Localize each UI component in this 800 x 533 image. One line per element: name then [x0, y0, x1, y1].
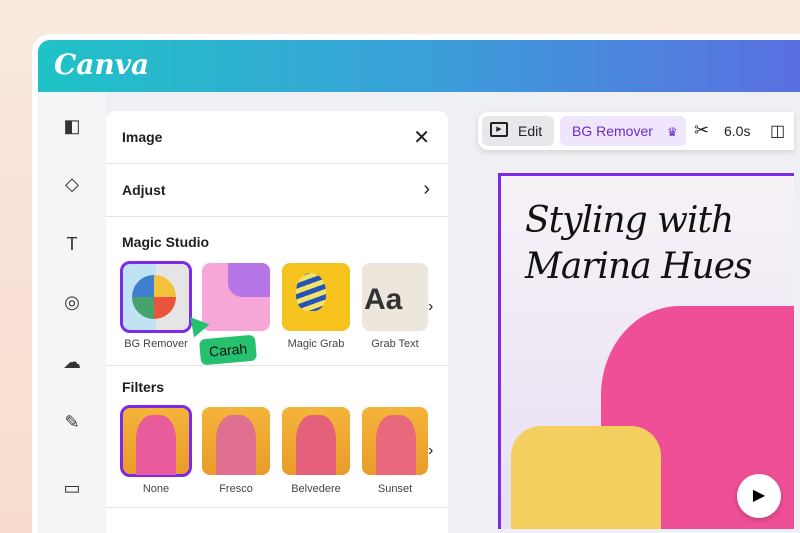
play-icon: ▶ [490, 122, 508, 137]
tool-label: Magic Grab [271, 338, 361, 350]
play-button[interactable]: ▶ [737, 474, 781, 518]
collaborator-cursor: Carah [197, 332, 260, 367]
upload-icon[interactable]: ☁ [60, 350, 84, 374]
filters-heading: Filters [122, 379, 164, 395]
context-toolbar: ▶ Edit BG Remover ♛ ✂ 6.0s ◫ [478, 112, 794, 150]
chevron-right-icon[interactable]: › [428, 298, 433, 316]
edit-label: Edit [518, 123, 542, 139]
balloon-image [296, 273, 326, 311]
panel-header: Image ✕ [106, 111, 448, 164]
magic-edit-tile[interactable] [202, 263, 270, 331]
beach-ball-image [132, 275, 176, 319]
flip-icon[interactable]: ◫ [770, 121, 785, 141]
filter-fresco[interactable] [202, 407, 270, 475]
bg-remover-label: BG Remover [572, 123, 653, 139]
brand-icon[interactable]: ◎ [60, 290, 84, 314]
grab-text-tile[interactable]: Aa [362, 263, 428, 331]
folder-icon[interactable]: ▭ [60, 476, 84, 500]
bag-photo [511, 426, 661, 529]
header: Canva [38, 40, 800, 92]
app-window: Canva ◧ ◇ T ◎ ☁ ✎ ▭ Image ✕ Adjust › Mag… [32, 34, 800, 533]
side-rail: ◧ ◇ T ◎ ☁ ✎ ▭ [38, 92, 106, 533]
edit-button[interactable]: ▶ Edit [482, 116, 554, 146]
layout-icon[interactable]: ◧ [60, 114, 84, 138]
editor-area: Image ✕ Adjust › Magic Studio Aa › Carah… [106, 92, 800, 533]
bg-remover-tile[interactable] [122, 263, 190, 331]
filter-label: Fresco [191, 483, 281, 495]
filter-label: None [111, 483, 201, 495]
magic-grab-tile[interactable] [282, 263, 350, 331]
filter-label: Belvedere [271, 483, 361, 495]
draw-icon[interactable]: ✎ [60, 410, 84, 434]
bg-remover-button[interactable]: BG Remover ♛ [560, 116, 686, 146]
close-icon[interactable]: ✕ [413, 125, 430, 150]
duration[interactable]: 6.0s [724, 123, 750, 139]
filter-sunset[interactable] [362, 407, 428, 475]
filter-belvedere[interactable] [282, 407, 350, 475]
tool-label: Grab Text [350, 338, 440, 350]
chevron-right-icon[interactable]: › [428, 442, 433, 460]
image-panel: Image ✕ Adjust › Magic Studio Aa › Carah… [106, 111, 448, 533]
text-icon[interactable]: T [60, 232, 84, 256]
canva-logo[interactable]: Canva [54, 48, 149, 81]
adjust-label: Adjust [122, 182, 166, 198]
panel-title: Image [122, 129, 162, 145]
tool-label: BG Remover [111, 338, 201, 350]
design-title[interactable]: Styling withMarina Hues [525, 198, 752, 290]
chevron-right-icon: › [423, 178, 430, 201]
adjust-row[interactable]: Adjust › [106, 164, 448, 217]
filter-none[interactable] [122, 407, 190, 475]
elements-icon[interactable]: ◇ [60, 172, 84, 196]
design-canvas[interactable]: Styling withMarina Hues ▶ [498, 173, 794, 529]
crown-icon: ♛ [667, 125, 678, 139]
scissors-icon[interactable]: ✂ [694, 120, 709, 141]
magic-studio-heading: Magic Studio [122, 234, 209, 250]
filter-label: Sunset [350, 483, 440, 495]
